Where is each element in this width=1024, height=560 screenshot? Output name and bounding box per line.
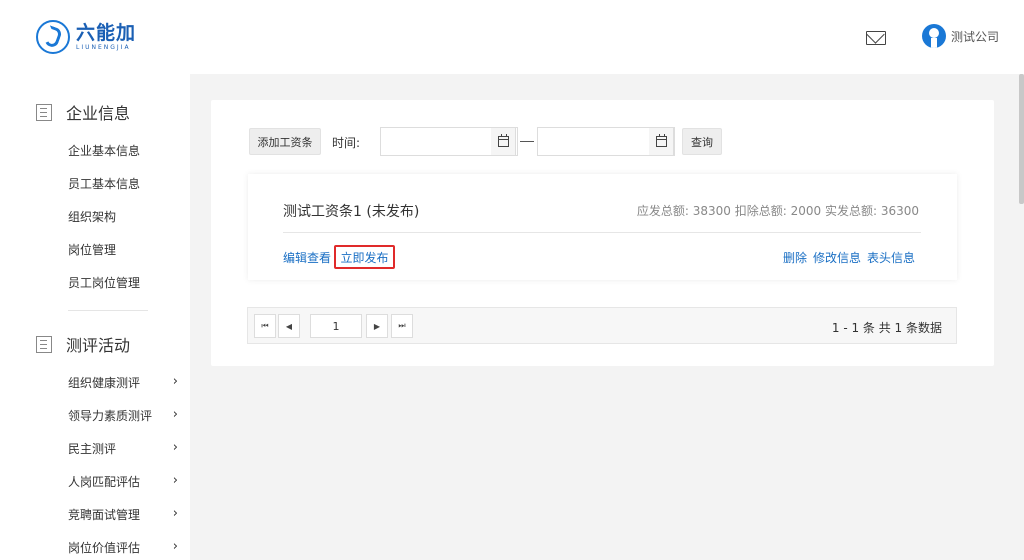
user-name: 测试公司 bbox=[951, 29, 1000, 44]
sidebar: 企业信息 企业基本信息 员工基本信息 组织架构 岗位管理 员工岗位管理 测评活动… bbox=[0, 74, 190, 560]
page-number-input[interactable]: 1 bbox=[310, 314, 362, 338]
sidebar-item-org-health[interactable]: 组织健康测评 › bbox=[68, 374, 178, 391]
card-divider bbox=[283, 232, 921, 233]
user-menu[interactable]: 测试公司 bbox=[922, 24, 999, 48]
sidebar-item-leadership[interactable]: 领导力素质测评 › bbox=[68, 407, 178, 424]
sidebar-item-democratic[interactable]: 民主测评 › bbox=[68, 440, 178, 457]
main-panel: 添加工资条 时间: 查询 测试工资条1 (未发布) 应发总额: 38300 扣除… bbox=[211, 100, 994, 366]
modify-info-link[interactable]: 修改信息 bbox=[813, 249, 861, 266]
calendar-icon bbox=[497, 134, 509, 147]
mail-icon[interactable] bbox=[866, 31, 886, 45]
chevron-right-icon: › bbox=[172, 539, 178, 554]
prev-page-button[interactable]: ◀ bbox=[278, 314, 300, 338]
next-page-button[interactable]: ▶ bbox=[366, 314, 388, 338]
calendar-icon bbox=[655, 134, 667, 147]
last-page-button[interactable]: ⏭ bbox=[391, 314, 413, 338]
time-label: 时间: bbox=[332, 136, 361, 150]
brand-name-en: LIUNENGJIA bbox=[76, 44, 131, 51]
logo-mark-icon bbox=[36, 20, 70, 54]
start-date-picker-button[interactable] bbox=[491, 127, 516, 156]
brand-logo[interactable]: 六能加 LIUNENGJIA bbox=[36, 20, 136, 54]
page-scrollbar[interactable] bbox=[1019, 74, 1024, 204]
sidebar-item-position-value[interactable]: 岗位价值评估 › bbox=[68, 539, 178, 556]
payslip-stats: 应发总额: 38300 扣除总额: 2000 实发总额: 36300 bbox=[636, 204, 919, 218]
publish-now-link[interactable]: 立即发布 bbox=[334, 245, 395, 269]
chevron-right-icon: › bbox=[172, 506, 178, 521]
sidebar-section-assessment[interactable]: 测评活动 bbox=[36, 332, 130, 356]
add-payslip-button[interactable]: 添加工资条 bbox=[249, 128, 321, 155]
sidebar-item-person-job-fit[interactable]: 人岗匹配评估 › bbox=[68, 473, 178, 490]
date-range-separator bbox=[520, 141, 534, 142]
building-icon bbox=[36, 103, 52, 121]
sidebar-section-enterprise[interactable]: 企业信息 bbox=[36, 100, 130, 124]
clipboard-icon bbox=[36, 335, 52, 353]
delete-link[interactable]: 删除 bbox=[783, 249, 807, 266]
chevron-right-icon: › bbox=[172, 407, 178, 422]
sidebar-item-enterprise-basic[interactable]: 企业基本信息 bbox=[68, 142, 178, 159]
card-actions: 删除 修改信息 表头信息 bbox=[783, 249, 915, 266]
end-date-picker-button[interactable] bbox=[649, 127, 674, 156]
query-button[interactable]: 查询 bbox=[682, 128, 722, 155]
chevron-right-icon: › bbox=[172, 374, 178, 389]
pagination: ⏮ ◀ 1 ▶ ⏭ 1 - 1 条 共 1 条数据 bbox=[247, 307, 957, 344]
chevron-right-icon: › bbox=[172, 473, 178, 488]
payslip-card: 测试工资条1 (未发布) 应发总额: 38300 扣除总额: 2000 实发总额… bbox=[248, 174, 957, 280]
payslip-title: 测试工资条1 (未发布) bbox=[283, 204, 420, 220]
chevron-right-icon: › bbox=[172, 440, 178, 455]
edit-view-link[interactable]: 编辑查看 bbox=[283, 249, 331, 266]
avatar-icon bbox=[922, 24, 946, 48]
top-header: 六能加 LIUNENGJIA 测试公司 bbox=[0, 0, 1024, 74]
sidebar-item-employee-position[interactable]: 员工岗位管理 bbox=[68, 274, 178, 291]
pagination-info: 1 - 1 条 共 1 条数据 bbox=[831, 321, 942, 335]
sidebar-item-org-structure[interactable]: 组织架构 bbox=[68, 208, 178, 225]
first-page-button[interactable]: ⏮ bbox=[254, 314, 276, 338]
header-info-link[interactable]: 表头信息 bbox=[867, 249, 915, 266]
sidebar-divider bbox=[68, 310, 148, 311]
brand-name: 六能加 bbox=[76, 22, 137, 44]
sidebar-item-employee-basic[interactable]: 员工基本信息 bbox=[68, 175, 178, 192]
sidebar-item-position-mgmt[interactable]: 岗位管理 bbox=[68, 241, 178, 258]
sidebar-item-interview[interactable]: 竞聘面试管理 › bbox=[68, 506, 178, 523]
